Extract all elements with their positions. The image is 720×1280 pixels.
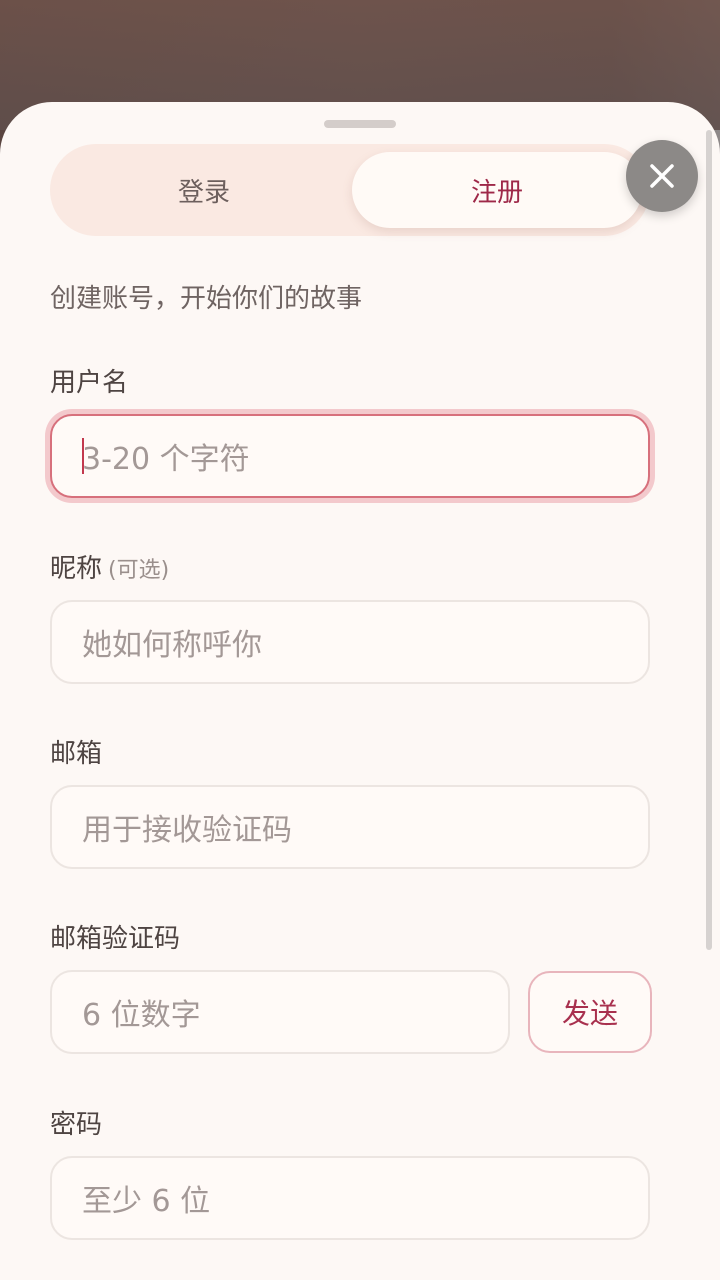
optional-hint: (可选) [108, 558, 170, 583]
nickname-label-text: 昵称 [50, 554, 103, 584]
tab-register[interactable]: 注册 [352, 152, 642, 228]
password-input[interactable]: 至少 6 位 [50, 1156, 650, 1240]
username-label: 用户名 [50, 368, 129, 398]
email-code-placeholder: 6 位数字 [82, 998, 201, 1033]
register-sheet: 登录 注册 创建账号，开始你们的故事 用户名 3-20 个字符 昵称 (可选) 她… [0, 102, 720, 1280]
nickname-label: 昵称 (可选) [50, 548, 169, 585]
username-input[interactable]: 3-20 个字符 [50, 414, 650, 498]
password-label: 密码 [50, 1110, 103, 1140]
send-code-button[interactable]: 发送 [528, 971, 652, 1053]
tab-login[interactable]: 登录 [58, 152, 350, 228]
password-placeholder: 至少 6 位 [82, 1184, 211, 1219]
auth-tabs: 登录 注册 [50, 144, 650, 236]
nickname-input[interactable]: 她如何称呼你 [50, 600, 650, 684]
email-placeholder: 用于接收验证码 [82, 813, 292, 848]
email-code-label: 邮箱验证码 [50, 924, 181, 954]
username-placeholder: 3-20 个字符 [82, 442, 250, 477]
page-subtitle: 创建账号，开始你们的故事 [50, 284, 363, 314]
drag-handle[interactable] [324, 120, 396, 128]
email-label: 邮箱 [50, 739, 103, 769]
email-code-input[interactable]: 6 位数字 [50, 970, 510, 1054]
close-icon [648, 162, 676, 190]
close-button[interactable] [626, 140, 698, 212]
nickname-placeholder: 她如何称呼你 [82, 628, 262, 663]
scrollbar[interactable] [706, 130, 712, 950]
email-input[interactable]: 用于接收验证码 [50, 785, 650, 869]
